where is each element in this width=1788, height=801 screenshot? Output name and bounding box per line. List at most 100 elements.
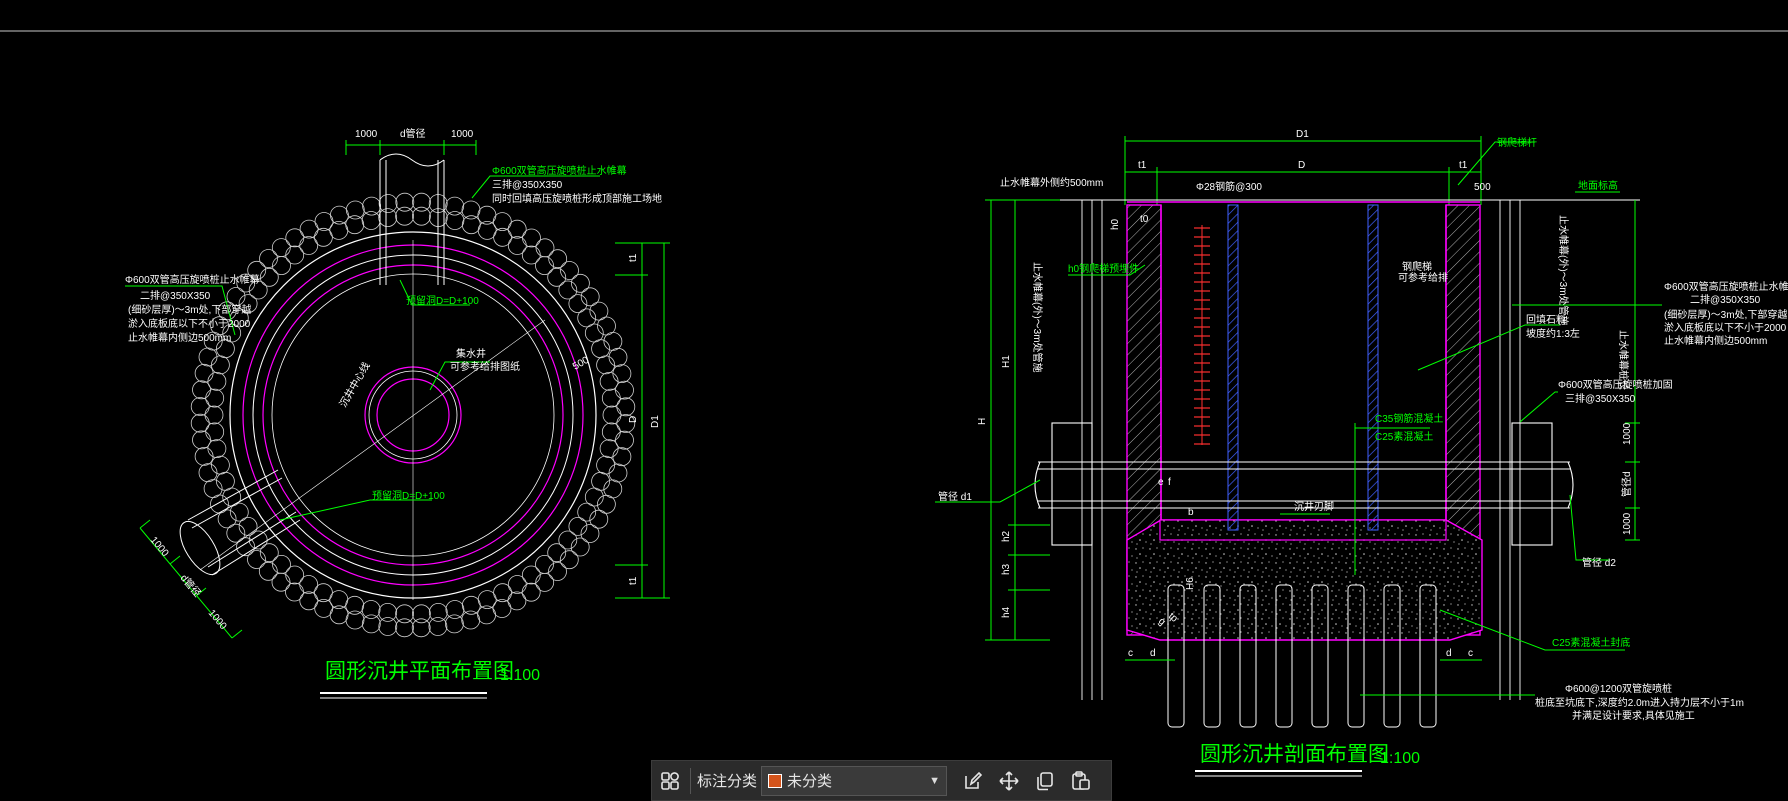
plan-center-diag (199, 319, 546, 571)
section-dim-left (985, 199, 1060, 641)
section-inner-2: 可参考给排 (1398, 271, 1448, 284)
section-pipe-right-2: 三排@350X350 (1565, 392, 1636, 405)
section-right-note-4: 淤入底板底以下不小于2000 (1664, 321, 1787, 334)
jet-grout-pile (535, 238, 555, 258)
jet-grout-pile (345, 595, 365, 615)
plan-left-note-3: (细砂层厚)～3m处,下部穿越 (128, 303, 251, 316)
jet-grout-pile (521, 582, 541, 602)
section-H1: H1 (1001, 355, 1012, 368)
section-b: b (1188, 507, 1194, 518)
plan-dim-right (615, 242, 670, 599)
move-button[interactable] (991, 763, 1027, 799)
jet-grout-pile (285, 582, 304, 602)
section-h3: h3 (1001, 563, 1012, 575)
section-t1-right: t1 (1459, 160, 1468, 171)
section-ladder (1194, 225, 1210, 445)
jet-grout-pile (194, 363, 214, 383)
section-rebar-col-1 (1227, 204, 1239, 531)
section-f: f (1168, 477, 1171, 488)
paste-button[interactable] (1063, 763, 1099, 799)
plan-top-note-3: 同时回填高压旋喷桩形成顶部施工场地 (492, 192, 662, 205)
section-dim-1000-a: 1000 (1622, 422, 1633, 445)
jet-grout-pile (547, 543, 567, 563)
plan-center-note-1: 集水井 (456, 347, 486, 360)
jet-grout-pile (395, 206, 415, 226)
jet-grout-pile (395, 618, 414, 638)
jet-grout-pile (271, 238, 291, 258)
jet-grout-pile (445, 196, 465, 216)
section-pipe-right-1-leader (1519, 391, 1558, 423)
section-view[interactable]: D1 D t1 t1 钢爬梯杆 止水帷幕外侧约500mm 500 地面标高 H … (935, 129, 1788, 777)
jet-grout-pile (612, 364, 632, 384)
section-slope-2: 坡度约1:3左 (1526, 327, 1580, 340)
jet-grout-pile (616, 397, 636, 417)
section-pipe-right-1: Φ600双管高压旋喷桩加固 (1558, 378, 1673, 391)
plan-dim-d-top: d管径 (400, 127, 426, 140)
jet-grout-pile (361, 614, 381, 634)
jet-grout-pile (596, 355, 615, 375)
category-dropdown-value: 未分类 (787, 773, 833, 790)
plan-dim-1000-right: 1000 (451, 129, 474, 140)
category-color-swatch (768, 773, 783, 788)
jet-grout-pile (560, 261, 579, 280)
jet-grout-pile (395, 192, 415, 212)
jet-grout-pile (428, 603, 448, 622)
jet-grout-pile (285, 245, 305, 265)
cad-drawing-canvas[interactable]: 1000 d管径 1000 Φ600双管高压旋喷桩止水帷幕 三排@350X350… (0, 0, 1788, 801)
section-vert-right-1: 止水帷幕(外)～3m处管施 (1557, 215, 1570, 326)
section-right-note-1: Φ600双管高压旋喷桩止水帷幕 (1664, 280, 1788, 293)
plan-dim-1000-bl2: 1000 (206, 608, 229, 632)
plan-view[interactable]: 1000 d管径 1000 Φ600双管高压旋喷桩止水帷幕 三排@350X350… (125, 127, 670, 699)
jet-grout-pile (601, 388, 621, 408)
section-dim-d: 管径d (1620, 471, 1633, 497)
jet-grout-pile (444, 614, 464, 634)
section-piles-3: 并满足设计要求,具体见施工 (1572, 709, 1695, 722)
edit-button[interactable] (955, 763, 991, 799)
jet-grout-pile (608, 347, 628, 367)
jet-grout-pile (285, 565, 305, 585)
section-D1: D1 (1296, 129, 1309, 140)
jet-grout-pile (285, 228, 305, 248)
jet-grout-pile (205, 422, 225, 442)
jet-grout-pile (361, 600, 381, 619)
plan-title: 圆形沉井平面布置图 (325, 660, 514, 683)
jet-grout-pile (210, 455, 230, 475)
section-e: e (1158, 477, 1164, 488)
jet-grout-pile (345, 215, 365, 235)
jet-grout-pile (190, 397, 210, 416)
jet-grout-pile (378, 617, 398, 636)
plan-dim-500: 500 (571, 355, 591, 373)
plan-dim-D: D (628, 416, 639, 423)
copy-button[interactable] (1027, 763, 1063, 799)
section-t0: t0 (1140, 214, 1149, 225)
chevron-down-icon: ▼ (929, 774, 941, 787)
section-H6: H6 (1185, 577, 1196, 590)
plan-dim-t1-bottom: t1 (628, 576, 639, 585)
category-dropdown[interactable]: 未分类 ▼ (761, 765, 948, 796)
jet-grout-pile (259, 543, 279, 563)
section-bottom-slab (1159, 519, 1447, 541)
section-c-right: c (1468, 648, 1473, 659)
jet-grout-pile (548, 562, 567, 581)
jet-grout-pile (204, 405, 224, 425)
jet-grout-pile (461, 200, 481, 220)
section-pipe-right-leader (1569, 494, 1610, 561)
section-pipe-left: 管径 d1 (938, 490, 972, 503)
jet-grout-pile (361, 211, 381, 230)
jet-grout-pile (461, 215, 481, 235)
jet-grout-pile (591, 339, 610, 359)
annotation-toolbar: 标注分类 未分类 ▼ (651, 760, 1112, 801)
jet-grout-pile (547, 267, 567, 287)
jet-grout-pile (247, 550, 266, 569)
grid-menu-button[interactable] (652, 763, 688, 799)
section-h4: h4 (1001, 606, 1012, 618)
jet-grout-pile (258, 561, 278, 581)
jet-grout-pile (615, 430, 634, 450)
section-rebar-top: Φ28钢筋@300 (1196, 180, 1262, 193)
jet-grout-pile (345, 200, 365, 220)
section-rebar-col-2 (1367, 204, 1379, 531)
jet-grout-pile (522, 228, 541, 248)
jet-grout-pile (548, 249, 568, 269)
jet-grout-pile (198, 347, 218, 367)
jet-grout-pile (599, 371, 619, 391)
